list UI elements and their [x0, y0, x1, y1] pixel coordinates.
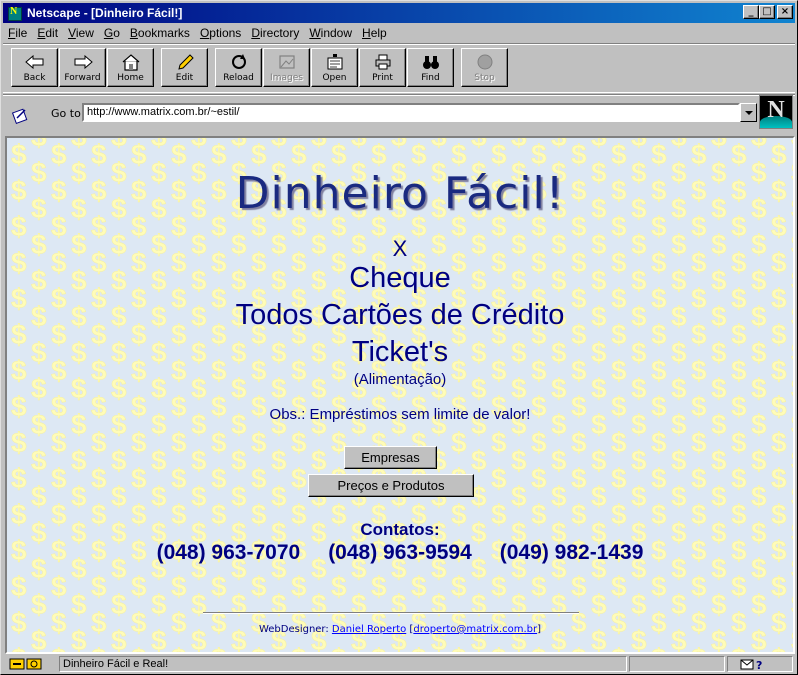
menu-go[interactable]: Go: [99, 26, 125, 40]
phone-number: (049) 982-1439: [499, 541, 644, 564]
location-label: Go to:: [51, 107, 85, 120]
status-bar: Dinheiro Fácil e Real! ?: [3, 655, 795, 673]
menu-view[interactable]: View: [63, 26, 99, 40]
email-link[interactable]: droperto@matrix.com.br: [413, 624, 537, 635]
reload-label: Reload: [223, 73, 254, 83]
home-icon: [120, 53, 142, 71]
forward-arrow-icon: [72, 53, 94, 71]
contacts-heading: Contatos:: [360, 520, 440, 539]
precos-produtos-button[interactable]: Preços e Produtos: [308, 474, 474, 497]
stop-icon: [474, 53, 496, 71]
bookmark-quickfile-icon[interactable]: [11, 105, 31, 125]
forward-button[interactable]: Forward: [59, 48, 106, 87]
open-file-icon: [324, 53, 346, 71]
menu-directory[interactable]: Directory: [246, 26, 304, 40]
back-button[interactable]: Back: [11, 48, 58, 87]
window-controls: _ □ ×: [743, 5, 793, 19]
open-label: Open: [322, 73, 347, 83]
print-label: Print: [372, 73, 393, 83]
cheque-label: Cheque: [349, 262, 451, 294]
menu-edit[interactable]: Edit: [32, 26, 63, 40]
page-content: Dinheiro Fácil! X Cheque Todos Cartões d…: [5, 136, 795, 654]
n-logo-icon: N: [767, 97, 785, 123]
loan-note: Obs.: Empréstimos sem limite de valor!: [269, 406, 531, 423]
reload-icon: [228, 53, 250, 71]
find-button[interactable]: Find: [407, 48, 454, 87]
phone-number: (048) 963-9594: [328, 541, 472, 564]
url-dropdown-button[interactable]: [740, 103, 757, 122]
webdesigner-credit: WebDesigner: Daniel Roperto [droperto@ma…: [258, 624, 542, 635]
page-title: Dinheiro Fácil!: [235, 168, 565, 219]
stop-label: Stop: [474, 73, 495, 83]
menu-options[interactable]: Options: [195, 26, 246, 40]
edit-button[interactable]: Edit: [161, 48, 208, 87]
phone-number: (048) 963-7070: [156, 541, 301, 564]
menu-bar: File Edit View Go Bookmarks Options Dire…: [3, 24, 795, 42]
images-icon: [276, 53, 298, 71]
svg-text:?: ?: [756, 659, 762, 671]
tickets-label: Ticket's: [351, 336, 449, 368]
location-bar: Go to: http://www.matrix.com.br/~estil/ …: [3, 94, 795, 134]
printer-icon: [372, 53, 394, 71]
window-title: Netscape - [Dinheiro Fácil!]: [27, 6, 183, 20]
forward-label: Forward: [64, 73, 101, 83]
print-button[interactable]: Print: [359, 48, 406, 87]
alimentacao-label: (Alimentação): [353, 371, 447, 388]
netscape-app-icon[interactable]: [6, 5, 22, 21]
netscape-logo[interactable]: N: [759, 95, 793, 129]
home-button[interactable]: Home: [107, 48, 154, 87]
phone-list: (048) 963-7070 (048) 963-9594 (049) 982-…: [7, 541, 793, 565]
reload-button[interactable]: Reload: [215, 48, 262, 87]
home-label: Home: [117, 73, 144, 83]
url-input[interactable]: http://www.matrix.com.br/~estil/: [82, 103, 740, 122]
pencil-icon: [174, 53, 196, 71]
images-label: Images: [270, 73, 303, 83]
mail-icon: ?: [740, 659, 762, 671]
edit-label: Edit: [175, 73, 194, 83]
x-mark: X: [392, 236, 408, 261]
menu-window[interactable]: Window: [304, 26, 357, 40]
progress-field: [629, 656, 725, 672]
designer-link[interactable]: Daniel Roperto: [332, 624, 406, 635]
navigation-toolbar: Back Forward Home Edit Reload Images Ope…: [3, 43, 795, 93]
back-arrow-icon: [24, 53, 46, 71]
mail-status-field: ?: [727, 656, 793, 672]
credit-prefix: WebDesigner:: [258, 624, 332, 635]
open-button[interactable]: Open: [311, 48, 358, 87]
empresas-button[interactable]: Empresas: [344, 446, 437, 469]
images-button[interactable]: Images: [263, 48, 310, 87]
menu-help[interactable]: Help: [357, 26, 392, 40]
horizontal-rule: [203, 612, 579, 614]
security-key-icon[interactable]: [9, 657, 45, 671]
menu-bookmarks[interactable]: Bookmarks: [125, 26, 195, 40]
minimize-button[interactable]: _: [743, 5, 759, 19]
find-label: Find: [421, 73, 440, 83]
binoculars-icon: [420, 53, 442, 71]
stop-button[interactable]: Stop: [461, 48, 508, 87]
back-label: Back: [23, 73, 46, 83]
credit-cards-label: Todos Cartões de Crédito: [235, 299, 565, 331]
title-bar[interactable]: Netscape - [Dinheiro Fácil!] _ □ ×: [3, 3, 795, 23]
status-text: Dinheiro Fácil e Real!: [59, 656, 627, 672]
maximize-button[interactable]: □: [759, 5, 775, 19]
browser-window: Netscape - [Dinheiro Fácil!] _ □ × File …: [0, 0, 798, 675]
close-button[interactable]: ×: [777, 5, 793, 19]
menu-file[interactable]: File: [3, 26, 32, 40]
